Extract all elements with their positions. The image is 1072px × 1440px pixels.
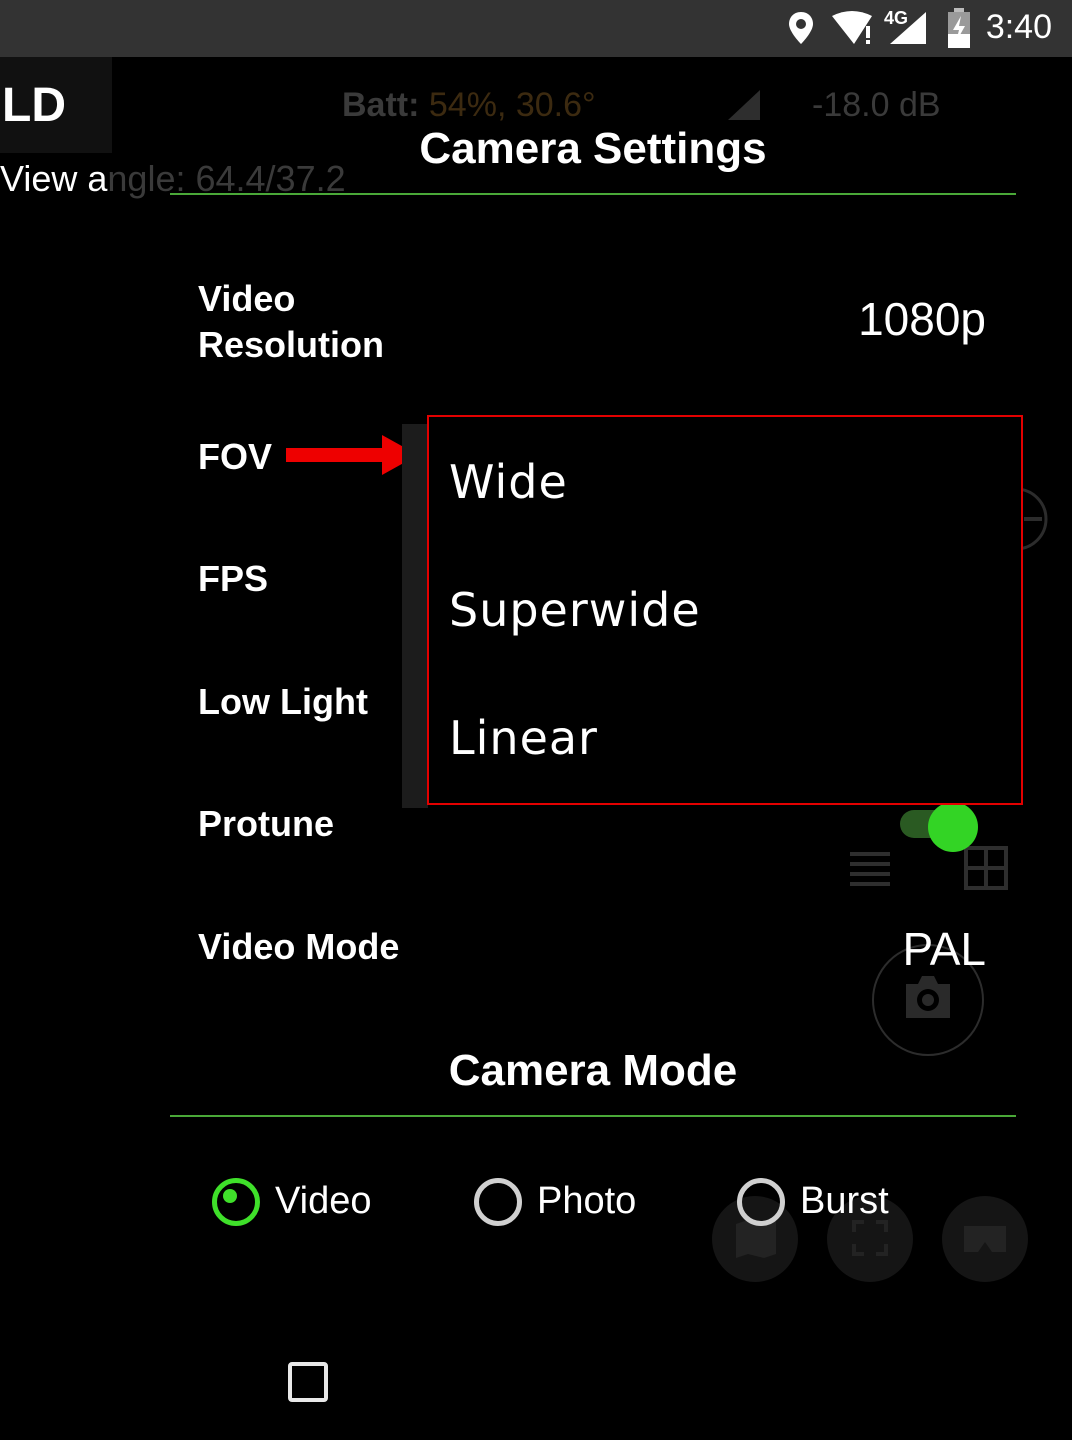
setting-label-fov[interactable]: FOV xyxy=(198,434,272,480)
setting-label-protune: Protune xyxy=(198,803,335,844)
battery-label: Batt: xyxy=(342,86,420,124)
background-title-fragment: LD xyxy=(2,79,66,132)
battery-readout: Batt: 54%, 30.6° xyxy=(342,86,596,125)
protune-toggle-thumb[interactable] xyxy=(928,802,978,852)
background-signal-icon xyxy=(728,90,760,120)
battery-value: 54%, 30.6° xyxy=(428,86,596,124)
fov-option-wide[interactable]: Wide xyxy=(449,455,568,509)
camera-icon xyxy=(906,976,950,1018)
title-divider xyxy=(170,193,1016,195)
status-bar: 4G 3:40 xyxy=(0,0,1072,57)
setting-value-video-resolution: 1080p xyxy=(858,293,986,345)
fov-option-linear[interactable]: Linear xyxy=(449,711,598,765)
fov-dropdown-menu: Wide Superwide Linear xyxy=(427,415,1023,805)
radio-label-photo: Photo xyxy=(537,1180,637,1222)
camera-mode-video[interactable]: Video xyxy=(212,1176,412,1226)
camera-mode-photo[interactable]: Photo xyxy=(474,1176,674,1226)
recent-apps-button[interactable] xyxy=(288,1362,328,1402)
radio-burst[interactable] xyxy=(737,1178,785,1226)
setting-value-video-mode[interactable]: PAL xyxy=(902,922,986,976)
location-icon xyxy=(789,12,813,44)
camera-mode-divider xyxy=(170,1115,1016,1117)
grid-view-icon xyxy=(964,846,1008,890)
signal-icon xyxy=(890,12,926,44)
vr-headset-icon xyxy=(964,1226,1006,1252)
wifi-icon xyxy=(832,11,872,44)
setting-label-video-mode[interactable]: Video Mode xyxy=(198,924,399,970)
status-time: 3:40 xyxy=(985,8,1052,46)
radio-label-burst: Burst xyxy=(800,1180,889,1222)
radio-video[interactable] xyxy=(212,1178,260,1226)
fov-option-superwide[interactable]: Superwide xyxy=(449,583,701,637)
radio-label-video: Video xyxy=(275,1180,372,1222)
camera-mode-title: Camera Mode xyxy=(448,1046,738,1095)
dialog-title: Camera Settings xyxy=(419,124,767,173)
radio-photo[interactable] xyxy=(474,1178,522,1226)
list-view-icon xyxy=(850,852,890,886)
setting-row-video-resolution[interactable]: Video Resolution 1080p xyxy=(198,276,988,366)
setting-label-video-resolution: Video Resolution xyxy=(198,278,384,365)
red-arrow-annotation xyxy=(286,435,418,475)
view-angle-prefix: View a xyxy=(0,158,108,199)
camera-mode-burst[interactable]: Burst xyxy=(737,1176,937,1226)
setting-label-fps[interactable]: FPS xyxy=(198,556,268,602)
dropdown-shadow xyxy=(402,424,428,808)
setting-label-low-light[interactable]: Low Light xyxy=(198,679,368,725)
battery-charging-icon xyxy=(948,8,970,48)
signal-strength-value: -18.0 dB xyxy=(812,86,941,124)
